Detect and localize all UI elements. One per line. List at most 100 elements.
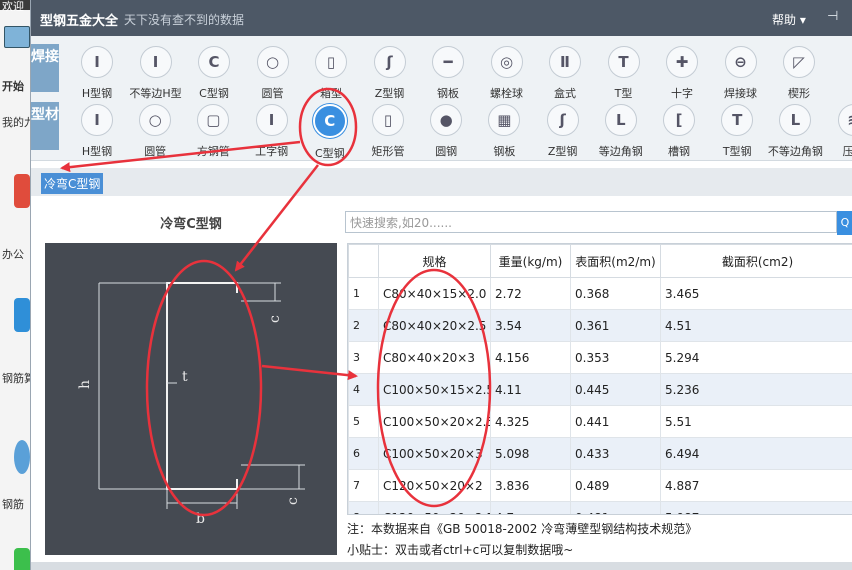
weight-cell[interactable]: 2.72 [490, 277, 571, 310]
breadcrumb-bar: 冷弯C型钢 [31, 168, 852, 196]
row2-tool-7[interactable]: ▦ 钢板 [475, 104, 533, 160]
spec-cell[interactable]: C120×50×20×2 [378, 469, 491, 502]
table-row[interactable]: 8C120×50×20×2.54.70.4815.987 [348, 501, 852, 514]
row-index: 4 [348, 373, 379, 406]
weight-cell[interactable]: 4.7 [490, 501, 571, 514]
surface-cell[interactable]: 0.361 [570, 309, 661, 342]
row2-tool-4[interactable]: C C型钢 [301, 104, 359, 160]
green-app-icon[interactable] [14, 548, 30, 570]
row1-tool-11[interactable]: ⊖ 焊接球 [712, 46, 770, 102]
row1-tool-2[interactable]: C C型钢 [185, 46, 243, 102]
search-button[interactable]: Q [837, 211, 852, 235]
row2-tool-5[interactable]: ▯ 矩形管 [359, 104, 417, 160]
section-cell[interactable]: 6.494 [660, 437, 852, 470]
row2-tool-9[interactable]: L 等边角钢 [592, 104, 650, 160]
surface-cell[interactable]: 0.489 [570, 469, 661, 502]
spec-cell[interactable]: C120×50×20×2.5 [378, 501, 491, 514]
pin-icon[interactable]: ⊣ [827, 9, 838, 24]
table-row[interactable]: 6 C100×50×20×3 5.098 0.433 6.494 [348, 437, 852, 470]
section-cell[interactable]: 5.236 [660, 373, 852, 406]
row1-tool-5[interactable]: ʃ Z型钢 [361, 46, 419, 102]
profile-shape-icon: L [779, 104, 812, 136]
row1-tool-12[interactable]: ◸ 楔形 [770, 46, 828, 102]
spec-cell[interactable]: C100×50×20×2.5 [378, 405, 491, 438]
col-spec-header[interactable]: 规格 [378, 244, 491, 278]
rebar-app-icon[interactable] [14, 298, 30, 332]
row1-tool-9[interactable]: T T型 [595, 46, 653, 102]
weight-cell[interactable]: 4.11 [490, 373, 571, 406]
surface-cell[interactable]: 0.433 [570, 437, 661, 470]
section-cell[interactable]: 5.294 [660, 341, 852, 374]
row2-tool-13[interactable]: ≋ 压型 [825, 104, 852, 160]
section-cell[interactable]: 5.987 [660, 501, 852, 514]
row2-tool-1[interactable]: ○ 圆管 [126, 104, 184, 160]
row1-tool-8[interactable]: Ⅱ 盒式 [536, 46, 594, 102]
col-section-header[interactable]: 截面积(cm2) [660, 244, 852, 278]
table-row[interactable]: 1 C80×40×15×2.0 2.72 0.368 3.465 [348, 277, 852, 310]
tool-label: 槽钢 [668, 145, 690, 158]
col-weight-header[interactable]: 重量(kg/m) [490, 244, 571, 278]
table-row[interactable]: 4 C100×50×15×2.5 4.11 0.445 5.236 [348, 373, 852, 406]
rebar-label: 钢筋算 [2, 372, 30, 385]
section-cell[interactable]: 3.465 [660, 277, 852, 310]
weight-cell[interactable]: 4.325 [490, 405, 571, 438]
computer-icon[interactable] [4, 26, 30, 48]
search-input[interactable]: 快速搜索,如20...... [345, 211, 837, 233]
office-app-icon[interactable] [14, 174, 30, 208]
table-row[interactable]: 7 C120×50×20×2 3.836 0.489 4.887 [348, 469, 852, 502]
section-cell[interactable]: 5.51 [660, 405, 852, 438]
surface-cell[interactable]: 0.481 [570, 501, 661, 514]
profile-shape-icon: ◸ [783, 46, 815, 78]
spec-cell[interactable]: C80×40×20×2.5 [378, 309, 491, 342]
row2-tool-3[interactable]: I 工字钢 [243, 104, 301, 160]
spec-cell[interactable]: C100×50×15×2.5 [378, 373, 491, 406]
row1-tool-0[interactable]: I H型钢 [68, 46, 126, 102]
row1-tool-3[interactable]: ○ 圆管 [244, 46, 302, 102]
row-index: 8 [348, 501, 379, 514]
help-menu[interactable]: 帮助 ▾ [772, 11, 806, 28]
table-row[interactable]: 5 C100×50×20×2.5 4.325 0.441 5.51 [348, 405, 852, 438]
spec-cell[interactable]: C100×50×20×3 [378, 437, 491, 470]
h-label: h [77, 380, 93, 389]
profile-shape-icon: ◎ [490, 46, 523, 78]
row2-tool-2[interactable]: ▢ 方钢管 [184, 104, 242, 160]
profile-toolbar: 焊接 型材 I H型钢 I 不等边H型 C C型钢 ○ 圆管 ▯ 箱型 ʃ Z型钢 ━ 钢板 ◎ 螺栓球 Ⅱ 盒式… [31, 36, 852, 161]
weight-cell[interactable]: 5.098 [490, 437, 571, 470]
profile-shape-icon: ʃ [546, 104, 579, 136]
tool-label: 钢板 [493, 145, 516, 158]
row2-tool-12[interactable]: L 不等边角钢 [766, 104, 824, 160]
table-row[interactable]: 3 C80×40×20×3 4.156 0.353 5.294 [348, 341, 852, 374]
profile-shape-icon: I [81, 46, 113, 78]
row2-tool-11[interactable]: T T型钢 [708, 104, 766, 160]
row2-tool-0[interactable]: I H型钢 [68, 104, 126, 160]
section-cell[interactable]: 4.887 [660, 469, 852, 502]
row2-tool-10[interactable]: [槽钢 [650, 104, 708, 160]
row1-tool-1[interactable]: I 不等边H型 [127, 46, 185, 102]
row2-tool-8[interactable]: ʃ Z型钢 [534, 104, 592, 160]
weight-cell[interactable]: 3.54 [490, 309, 571, 342]
section-title: 冷弯C型钢 [160, 217, 222, 232]
row-index: 6 [348, 437, 379, 470]
table-row[interactable]: 2 C80×40×20×2.5 3.54 0.361 4.51 [348, 309, 852, 342]
row1-tool-7[interactable]: ◎ 螺栓球 [478, 46, 536, 102]
surface-cell[interactable]: 0.353 [570, 341, 661, 374]
spec-cell[interactable]: C80×40×15×2.0 [378, 277, 491, 310]
profile-shape-icon: ✚ [666, 46, 698, 78]
row1-tool-10[interactable]: ✚ 十字 [653, 46, 711, 102]
surface-cell[interactable]: 0.368 [570, 277, 661, 310]
row1-tool-6[interactable]: ━ 钢板 [419, 46, 477, 102]
surface-cell[interactable]: 0.445 [570, 373, 661, 406]
row1-tool-4[interactable]: ▯ 箱型 [302, 46, 360, 102]
data-source-note: 注：本数据来自《GB 50018-2002 冷弯薄壁型钢结构技术规范》 [347, 522, 698, 536]
row2-tool-6[interactable]: ● 圆钢 [417, 104, 475, 160]
start-label[interactable]: 开始 [2, 78, 24, 94]
tool-label: C型钢 [199, 87, 229, 100]
weight-cell[interactable]: 4.156 [490, 341, 571, 374]
col-surface-header[interactable]: 表面积(m2/m) [570, 244, 661, 278]
spec-cell[interactable]: C80×40×20×3 [378, 341, 491, 374]
weight-cell[interactable]: 3.836 [490, 469, 571, 502]
surface-cell[interactable]: 0.441 [570, 405, 661, 438]
breadcrumb[interactable]: 冷弯C型钢 [41, 173, 104, 194]
section-cell[interactable]: 4.51 [660, 309, 852, 342]
rebar2-app-icon[interactable] [14, 440, 30, 474]
